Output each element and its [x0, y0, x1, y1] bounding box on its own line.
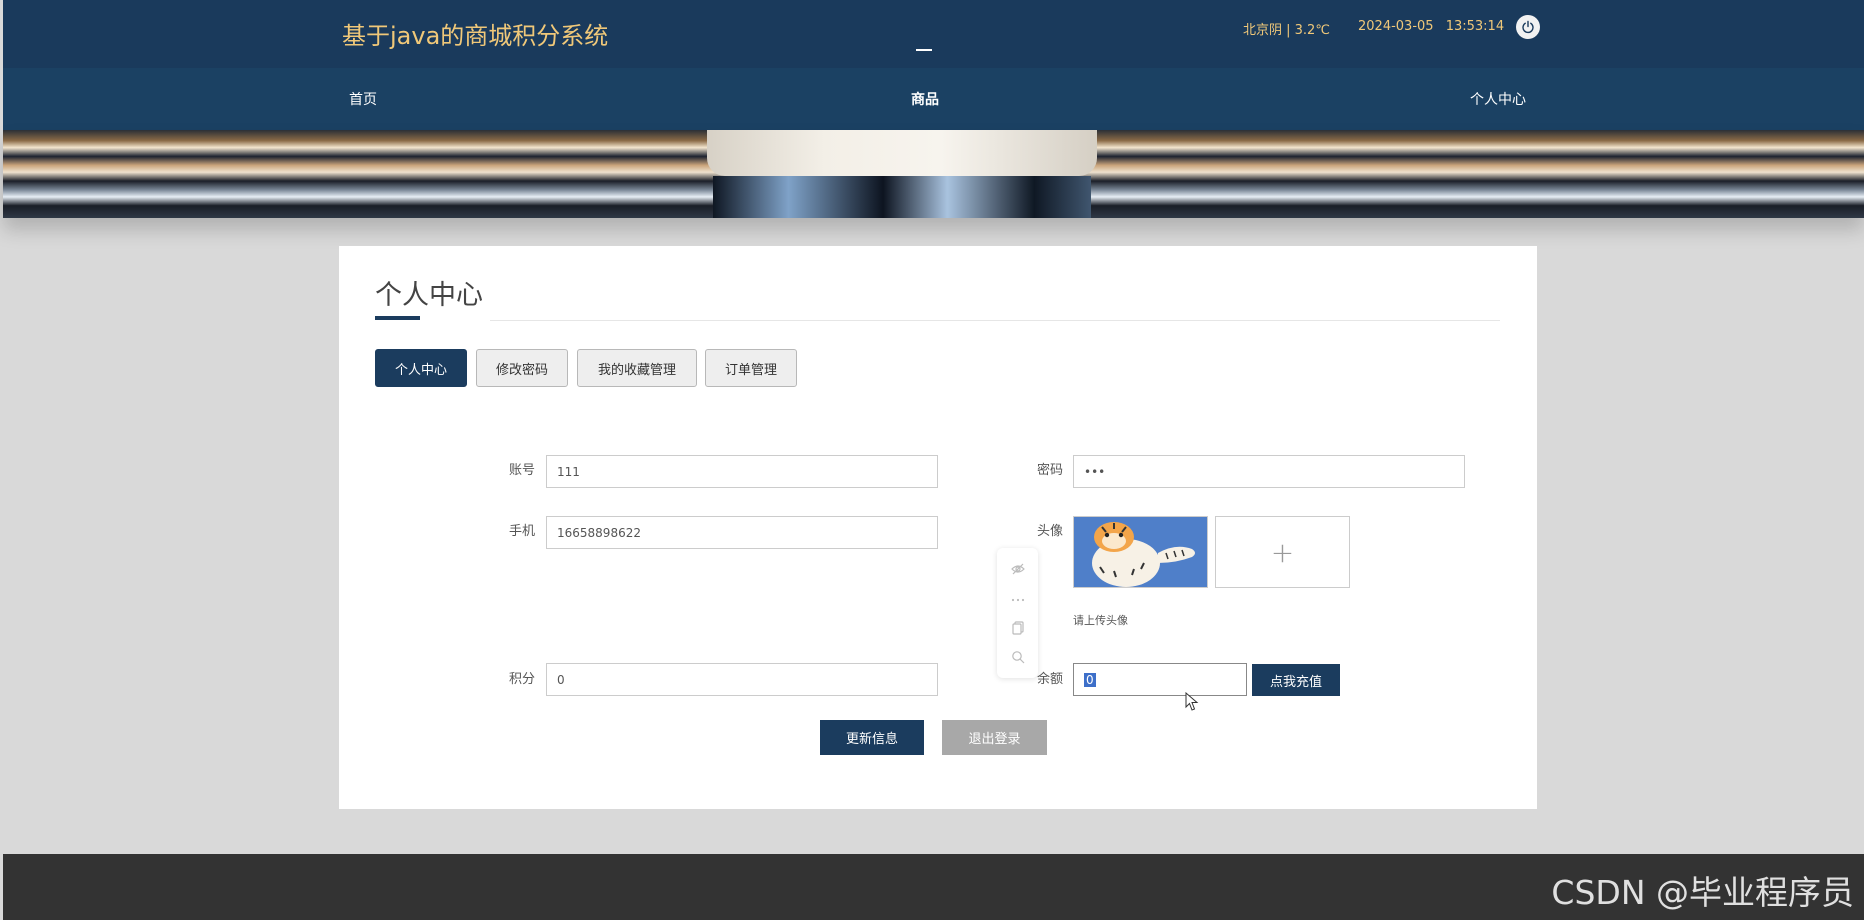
- eye-off-icon[interactable]: [1009, 560, 1026, 577]
- current-date: 2024-03-05: [1358, 19, 1434, 34]
- nav-goods[interactable]: 商品: [911, 89, 939, 109]
- tiger-avatar-image: [1074, 517, 1207, 587]
- title-underline: [375, 316, 420, 320]
- current-time: 13:53:14: [1445, 19, 1505, 34]
- banner-product-image: [707, 130, 1097, 218]
- nav-active-indicator: [916, 49, 932, 51]
- page-title: 个人中心: [375, 280, 483, 311]
- tab-orders[interactable]: 订单管理: [705, 349, 797, 387]
- tab-change-password[interactable]: 修改密码: [476, 349, 568, 387]
- phone-field[interactable]: 16658898622: [546, 516, 938, 549]
- plus-icon: +: [1270, 535, 1295, 569]
- nav-user-center[interactable]: 个人中心: [1470, 89, 1526, 109]
- tab-user-center[interactable]: 个人中心: [375, 349, 467, 387]
- logout-button[interactable]: 退出登录: [942, 720, 1047, 755]
- search-icon[interactable]: [1009, 648, 1026, 665]
- balance-field[interactable]: 0: [1073, 663, 1247, 696]
- title-divider: [490, 320, 1500, 321]
- power-button[interactable]: [1516, 15, 1540, 39]
- upload-avatar-button[interactable]: +: [1215, 516, 1350, 588]
- avatar-preview[interactable]: [1073, 516, 1208, 588]
- weather-info: 北京阴 | 3.2℃: [1243, 23, 1330, 38]
- watermark: CSDN @毕业程序员: [1551, 873, 1854, 912]
- nav-home[interactable]: 首页: [349, 89, 377, 109]
- password-label: 密码: [1036, 463, 1063, 478]
- balance-value: 0: [1084, 672, 1096, 687]
- top-header: 基于java的商城积分系统 北京阴 | 3.2℃ 2024-03-05 13:5…: [3, 0, 1864, 68]
- balance-label: 余额: [1036, 672, 1063, 687]
- password-field[interactable]: •••: [1073, 455, 1465, 488]
- upload-avatar-hint: 请上传头像: [1073, 614, 1128, 627]
- more-icon[interactable]: [1009, 591, 1026, 608]
- update-info-button[interactable]: 更新信息: [820, 720, 924, 755]
- power-icon: [1522, 20, 1534, 34]
- copy-icon[interactable]: [1009, 619, 1026, 636]
- points-field[interactable]: 0: [546, 663, 938, 696]
- floating-text-toolbar: [997, 548, 1038, 678]
- tab-favorites[interactable]: 我的收藏管理: [577, 349, 697, 387]
- account-field[interactable]: 111: [546, 455, 938, 488]
- site-title: 基于java的商城积分系统: [342, 22, 609, 50]
- avatar-label: 头像: [1036, 524, 1063, 539]
- recharge-button[interactable]: 点我充值: [1252, 664, 1340, 696]
- phone-label: 手机: [508, 524, 535, 539]
- account-label: 账号: [508, 463, 535, 478]
- points-label: 积分: [508, 672, 535, 687]
- hero-banner: [3, 130, 1864, 218]
- main-nav: 首页 商品 个人中心: [3, 68, 1864, 130]
- mouse-cursor-icon: [1185, 692, 1199, 711]
- datetime: 2024-03-05 13:53:14: [1358, 19, 1504, 34]
